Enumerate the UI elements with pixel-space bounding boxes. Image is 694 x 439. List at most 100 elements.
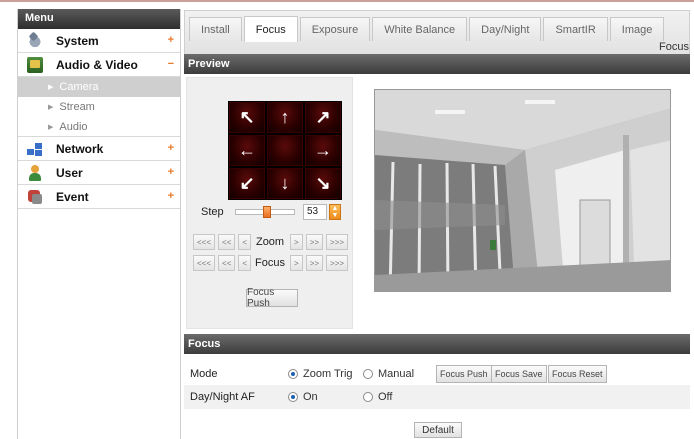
tab-smartir[interactable]: SmartIR: [543, 17, 608, 41]
tab-exposure[interactable]: Exposure: [299, 17, 371, 41]
camera-video-preview: [374, 89, 671, 292]
arrow-up-icon: ↑: [280, 107, 290, 127]
sidebar-subitem-label: Camera: [59, 81, 99, 93]
arrow-right-button[interactable]: →: [305, 135, 341, 166]
focus-row: <<< << < Focus > >> >>>: [193, 255, 351, 271]
top-divider: [0, 0, 694, 2]
arrow-down-right-button[interactable]: ↘: [305, 168, 341, 199]
arrow-down-button[interactable]: ↓: [267, 168, 303, 199]
sidebar-item-user[interactable]: User +: [18, 161, 180, 185]
arrow-left-icon: ←: [238, 140, 256, 160]
daynight-on-radio[interactable]: On: [288, 391, 318, 403]
default-button[interactable]: Default: [414, 422, 462, 438]
radio-label: Off: [378, 391, 393, 403]
sidebar-subitem-label: Audio: [59, 120, 88, 133]
sidebar-item-label: User: [56, 165, 83, 180]
arrow-down-left-icon: ↙: [239, 173, 255, 193]
focus-near-slow-button[interactable]: <: [238, 255, 252, 271]
mode-label: Mode: [190, 368, 218, 380]
step-row: Step 53 ▲ ▼: [201, 204, 341, 220]
radio-unchecked-icon: [363, 369, 373, 379]
arrow-right-icon: →: [314, 140, 332, 160]
focus-reset-button[interactable]: Focus Reset: [548, 365, 607, 383]
page-title: Focus: [659, 41, 689, 53]
zoom-in-medium-button[interactable]: >>: [305, 234, 324, 250]
sidebar: Menu System + Audio & Video − ▶ Camera ▶…: [17, 9, 181, 439]
daynight-off-radio[interactable]: Off: [363, 391, 392, 403]
sidebar-item-label: System: [56, 33, 99, 48]
tab-day-night[interactable]: Day/Night: [469, 17, 542, 41]
zoom-out-slow-button[interactable]: <: [238, 234, 252, 250]
radio-unchecked-icon: [363, 392, 373, 402]
sidebar-subitem-camera[interactable]: ▶ Camera: [18, 77, 180, 97]
sidebar-item-event[interactable]: Event +: [18, 185, 180, 209]
expand-icon[interactable]: +: [168, 34, 174, 46]
chevron-right-icon: ▶: [48, 84, 54, 91]
arrow-up-right-icon: ↗: [315, 107, 331, 127]
focus-settings: Mode Zoom Trig Manual Focus Push Focus S…: [184, 355, 690, 439]
sidebar-item-network[interactable]: Network +: [18, 137, 180, 161]
camera-scene-image: [375, 90, 670, 291]
zoom-in-fast-button[interactable]: >>>: [326, 234, 349, 250]
sidebar-item-system[interactable]: System +: [18, 29, 180, 53]
tab-focus[interactable]: Focus: [243, 16, 298, 42]
system-icon: [27, 32, 43, 49]
focus-save-button[interactable]: Focus Save: [491, 365, 547, 383]
user-icon: [27, 164, 43, 181]
chevron-right-icon: ▶: [48, 123, 54, 131]
radio-label: Manual: [378, 368, 415, 380]
chevron-right-icon: ▶: [48, 104, 54, 111]
zoom-out-medium-button[interactable]: <<: [218, 234, 236, 250]
sidebar-subitem-stream[interactable]: ▶ Stream: [18, 97, 180, 117]
spin-down-icon[interactable]: ▼: [332, 212, 339, 219]
focus-label: Focus: [255, 257, 286, 269]
sidebar-subitem-label: Stream: [59, 101, 95, 113]
control-panel: ↖ ↑ ↗ ← → ↙ ↓ ↘ Step 53 ▲ ▼ <<< << < Zoo…: [186, 77, 353, 329]
tab-install[interactable]: Install: [189, 17, 242, 41]
collapse-icon[interactable]: −: [168, 58, 174, 70]
app-root: Menu System + Audio & Video − ▶ Camera ▶…: [0, 0, 694, 439]
step-value-input[interactable]: 53: [303, 204, 327, 220]
focus-push-button[interactable]: Focus Push: [436, 365, 492, 383]
arrow-left-button[interactable]: ←: [229, 135, 265, 166]
focus-far-slow-button[interactable]: >: [290, 255, 303, 271]
spin-up-icon[interactable]: ▲: [332, 205, 339, 212]
preview-panel: ↖ ↑ ↗ ← → ↙ ↓ ↘ Step 53 ▲ ▼ <<< << < Zoo…: [184, 75, 690, 332]
zoom-out-fast-button[interactable]: <<<: [193, 234, 216, 250]
zoom-in-slow-button[interactable]: >: [290, 234, 303, 250]
tab-list: Install Focus Exposure White Balance Day…: [189, 16, 666, 42]
sidebar-subitem-audio[interactable]: ▶ Audio: [18, 117, 180, 137]
arrow-up-left-icon: ↖: [239, 107, 255, 127]
mode-zoom-trig-radio[interactable]: Zoom Trig: [288, 368, 353, 380]
radio-checked-icon: [288, 392, 298, 402]
arrow-up-right-button[interactable]: ↗: [305, 102, 341, 133]
expand-icon[interactable]: +: [168, 142, 174, 154]
focus-far-fast-button[interactable]: >>>: [326, 255, 349, 271]
expand-icon[interactable]: +: [168, 190, 174, 202]
tab-white-balance[interactable]: White Balance: [372, 17, 468, 41]
sidebar-item-audio-video[interactable]: Audio & Video −: [18, 53, 180, 77]
arrow-up-button[interactable]: ↑: [267, 102, 303, 133]
radio-label: On: [303, 391, 318, 403]
daynight-af-row: Day/Night AF On Off: [184, 385, 690, 409]
focus-far-medium-button[interactable]: >>: [305, 255, 324, 271]
zoom-label: Zoom: [255, 236, 285, 248]
step-spinner[interactable]: ▲ ▼: [329, 204, 341, 220]
slider-thumb[interactable]: [263, 206, 271, 218]
tab-image[interactable]: Image: [609, 17, 665, 41]
focus-near-medium-button[interactable]: <<: [218, 255, 236, 271]
focus-push-button[interactable]: Focus Push: [246, 287, 298, 309]
audio-video-icon: [27, 56, 43, 73]
mode-manual-radio[interactable]: Manual: [363, 368, 414, 380]
radio-label: Zoom Trig: [303, 368, 353, 380]
ptz-pad: ↖ ↑ ↗ ← → ↙ ↓ ↘: [228, 101, 342, 200]
tab-bar: Install Focus Exposure White Balance Day…: [184, 10, 690, 55]
network-icon: [27, 141, 43, 157]
expand-icon[interactable]: +: [168, 166, 174, 178]
arrow-up-left-button[interactable]: ↖: [229, 102, 265, 133]
focus-near-fast-button[interactable]: <<<: [193, 255, 216, 271]
arrow-down-icon: ↓: [280, 173, 290, 193]
sidebar-item-label: Event: [56, 189, 89, 204]
step-slider[interactable]: [235, 206, 295, 218]
arrow-down-left-button[interactable]: ↙: [229, 168, 265, 199]
